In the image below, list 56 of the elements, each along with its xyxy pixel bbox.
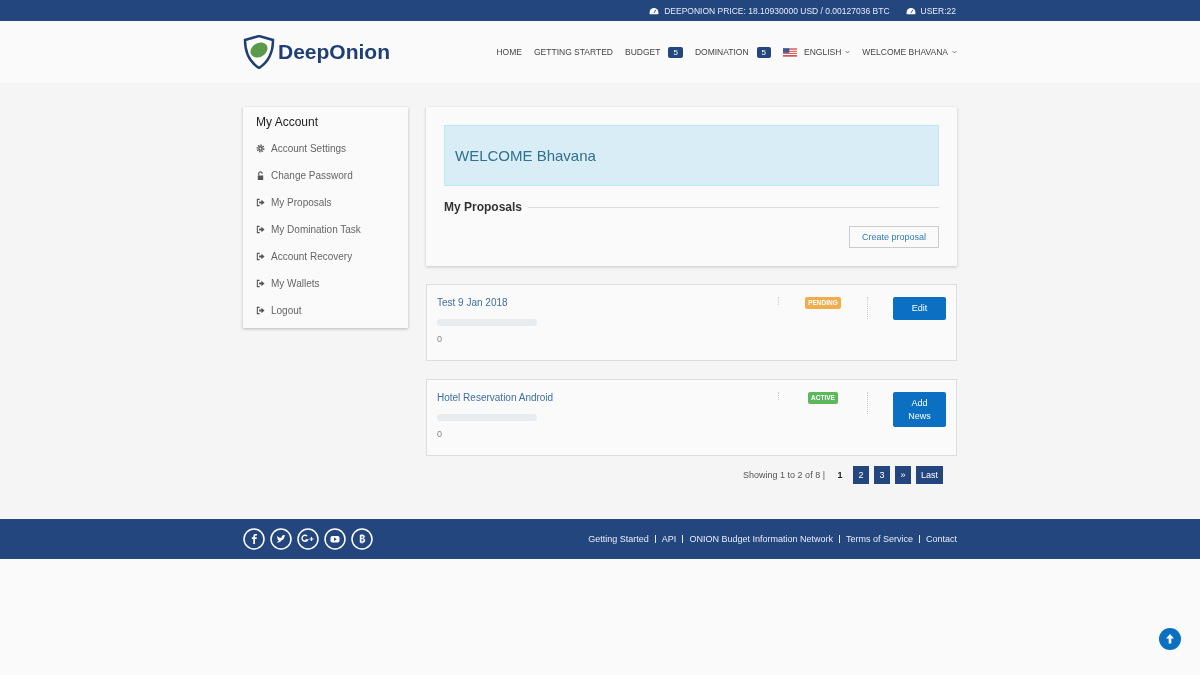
proposal-title[interactable]: Test 9 Jan 2018 xyxy=(437,297,778,308)
welcome-banner: WELCOME Bhavana xyxy=(444,125,939,186)
page-link[interactable]: » xyxy=(895,466,911,484)
user-count: USER:22 xyxy=(920,5,956,16)
sidebar-title: My Account xyxy=(255,115,320,131)
page-link[interactable]: 3 xyxy=(874,466,890,484)
price-text: DEEPONION PRICE: 18.10930000 USD / 0.00127036 BTC xyxy=(664,5,890,16)
dashboard-icon xyxy=(649,6,660,15)
vote-count: 0 xyxy=(437,429,443,439)
proposal-action-button[interactable]: Edit xyxy=(893,297,946,320)
page-link[interactable]: 1 xyxy=(832,466,848,484)
footer-link[interactable]: ONION Budget Information Network xyxy=(689,534,833,544)
flag-icon xyxy=(783,47,797,57)
sign-out-icon xyxy=(256,225,265,234)
google-plus-icon[interactable] xyxy=(297,528,319,550)
proposal-title[interactable]: Hotel Reservation Android xyxy=(437,392,778,403)
youtube-icon[interactable] xyxy=(324,528,346,550)
page-link[interactable]: Last xyxy=(916,466,943,484)
sidebar-item[interactable]: Account Recovery xyxy=(243,243,408,270)
nav-link[interactable]: ENGLISH xyxy=(783,47,851,57)
sidebar-item[interactable]: Change Password xyxy=(243,162,408,189)
padlock-icon xyxy=(256,171,265,180)
nav-link[interactable]: DOMINATION 5 xyxy=(694,46,771,58)
footer-link[interactable]: Terms of Service xyxy=(845,534,913,544)
nav-link[interactable]: BUDGET 5 xyxy=(625,46,683,58)
sidebar-item[interactable]: Account Settings xyxy=(243,135,408,162)
caret-icon xyxy=(952,50,957,54)
footer-link[interactable]: API xyxy=(661,534,677,544)
gear-icon xyxy=(256,144,265,153)
sidebar-item[interactable]: My Proposals xyxy=(243,189,408,216)
sign-out-icon xyxy=(256,306,265,315)
sign-out-icon xyxy=(256,279,265,288)
twitter-icon[interactable] xyxy=(270,528,292,550)
footer-link[interactable]: Getting Started xyxy=(588,534,649,544)
proposal-action-button[interactable]: Add News xyxy=(893,392,946,428)
sign-out-icon xyxy=(256,198,265,207)
pagination-summary: Showing 1 to 2 of 8 | xyxy=(743,470,825,480)
sign-out-icon xyxy=(256,252,265,261)
footer-link[interactable]: Contact xyxy=(925,534,957,544)
nav-link[interactable]: GETTING STARTED xyxy=(533,47,613,57)
sidebar-item[interactable]: My Domination Task xyxy=(243,216,408,243)
vote-count: 0 xyxy=(437,334,443,344)
logo-text[interactable]: DeepOnion xyxy=(278,40,390,64)
caret-icon xyxy=(845,50,851,54)
create-proposal-button[interactable]: Create proposal xyxy=(848,226,939,248)
facebook-icon[interactable] xyxy=(243,528,265,550)
nav-link[interactable]: HOME xyxy=(496,47,522,57)
dashboard-icon xyxy=(905,6,916,15)
bitcoin-icon[interactable] xyxy=(351,528,373,550)
shield-onion-icon xyxy=(243,35,275,69)
back-to-top-icon[interactable] xyxy=(1159,628,1181,650)
nav-link[interactable]: WELCOME BHAVANA xyxy=(862,47,957,57)
sidebar-item[interactable]: My Wallets xyxy=(243,270,408,297)
sidebar-item[interactable]: Logout xyxy=(243,297,408,324)
section-title: My Proposals xyxy=(444,200,523,214)
page-link[interactable]: 2 xyxy=(853,466,869,484)
